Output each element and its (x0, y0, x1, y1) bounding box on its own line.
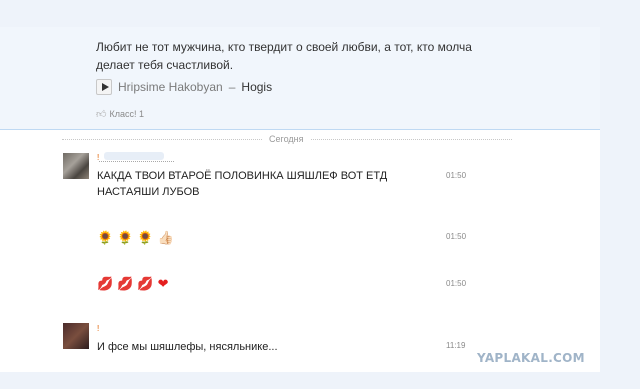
post-quote-line-1: Любит не тот мужчина, кто твердит о свое… (96, 40, 472, 54)
sender-underline (99, 161, 174, 162)
like-button[interactable]: 👍︎ Класс! 1 (96, 108, 144, 120)
post-quote: Любит не тот мужчина, кто твердит о свое… (96, 38, 516, 74)
hidden-sender-name (104, 152, 164, 160)
kiss-icon: 💋 (97, 276, 114, 291)
kiss-icon: 💋 (137, 276, 154, 291)
sunflower-icon: 🌻 (97, 230, 114, 245)
music-track[interactable]: Hripsime Hakobyan – Hogis (96, 79, 272, 95)
emoji-message: 🌻 🌻 🌻 👍🏻 (97, 231, 174, 245)
sunflower-icon: 🌻 (117, 230, 134, 245)
message-time: 01:50 (446, 279, 467, 288)
message-text-line-2: НАСТАЯШИ ЛУБОВ (97, 186, 200, 198)
heart-icon: ❤ (157, 276, 169, 291)
emoji-message: 💋 💋 💋 ❤ (97, 277, 168, 291)
thumbs-up-icon: 👍︎ (96, 109, 107, 120)
avatar[interactable] (63, 153, 89, 179)
post-quote-line-2: делает тебя счастливой. (96, 58, 234, 72)
message-text-line-1: КАКДА ТВОИ ВТАРОЁ ПОЛОВИНКА ШЯШЛЕФ ВОТ Е… (97, 170, 388, 182)
watermark: YAPLAKAL.COM (477, 351, 585, 365)
sender-name[interactable]: ! (97, 324, 99, 333)
message-text: КАКДА ТВОИ ВТАРОЁ ПОЛОВИНКА ШЯШЛЕФ ВОТ Е… (97, 168, 387, 200)
message-time: 01:50 (446, 171, 467, 180)
track-artist[interactable]: Hripsime Hakobyan (118, 80, 223, 94)
message-time: 11:19 (446, 341, 466, 350)
kiss-icon: 💋 (117, 276, 134, 291)
date-divider-label: Сегодня (263, 134, 310, 144)
track-title[interactable]: Hogis (241, 80, 272, 94)
message-text: И фсе мы шяшлефы, нясяльнике... (97, 341, 278, 353)
like-label: Класс! 1 (109, 109, 144, 119)
play-icon[interactable] (96, 79, 112, 95)
avatar[interactable] (63, 323, 89, 349)
thumbs-up-icon: 👍🏻 (157, 230, 174, 245)
message-time: 01:50 (446, 232, 467, 241)
chat-panel (0, 129, 600, 372)
track-separator: – (228, 80, 236, 94)
sunflower-icon: 🌻 (137, 230, 154, 245)
